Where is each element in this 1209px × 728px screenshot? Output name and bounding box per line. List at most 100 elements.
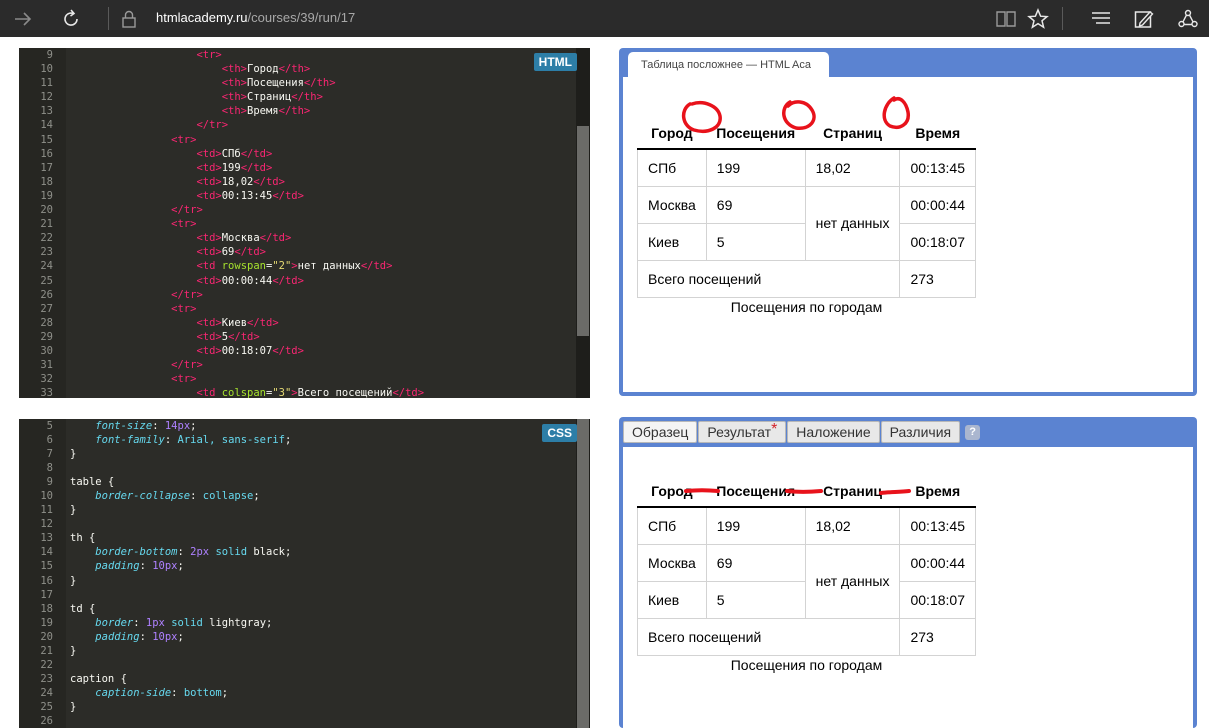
html-code-editor[interactable]: 9 <tr> 10 <th>Город</th> 11 <th>Посещения<… [19, 48, 590, 398]
code-line[interactable]: 17 <td>199</td> [19, 161, 576, 175]
forward-icon[interactable] [10, 6, 36, 32]
tab-overlay[interactable]: Наложение [787, 421, 880, 443]
code-line[interactable]: 11 <th>Посещения</th> [19, 76, 576, 90]
table-total-row: Всего посещений 273 [636, 259, 976, 298]
web-note-icon[interactable] [1131, 6, 1157, 32]
line-number: 16 [40, 574, 53, 587]
code-line[interactable]: 19 border: 1px solid lightgray; [19, 616, 576, 630]
tab-result[interactable]: Результат* [698, 421, 787, 443]
code-text: caption-side: bottom; [95, 686, 229, 699]
line-number: 30 [40, 344, 53, 357]
address-bar[interactable]: htmlacademy.ru/courses/39/run/17 [156, 10, 355, 25]
line-number: 19 [40, 189, 53, 202]
table-total-row: Всего посещений 273 [636, 617, 976, 656]
code-line[interactable]: 22 <td>Москва</td> [19, 231, 576, 245]
code-line[interactable]: 28 <td>Киев</td> [19, 316, 576, 330]
line-number: 14 [40, 119, 53, 132]
code-line[interactable]: 10 <th>Город</th> [19, 62, 576, 76]
code-line[interactable]: 29 <td>5</td> [19, 330, 576, 344]
table-cell: 00:00:44 [899, 185, 976, 224]
code-text: } [70, 504, 77, 517]
code-line[interactable]: 33 <td colspan="3">Всего посещений</td> [19, 386, 576, 398]
code-line[interactable]: 19 <td>00:13:45</td> [19, 189, 576, 203]
code-line[interactable]: 26 [19, 714, 576, 728]
code-line[interactable]: 25} [19, 700, 576, 714]
line-number: 14 [40, 546, 53, 559]
code-line[interactable]: 25 <td>00:00:44</td> [19, 274, 576, 288]
tab-result-label: Результат [707, 424, 772, 440]
code-line[interactable]: 15 padding: 10px; [19, 559, 576, 573]
code-line[interactable]: 22 [19, 658, 576, 672]
code-line[interactable]: 14 </tr> [19, 118, 576, 132]
css-code-editor[interactable]: 5 font-size: 14px; 6 font-family: Arial, … [19, 419, 590, 728]
help-button[interactable]: ? [965, 425, 981, 440]
code-line[interactable]: 30 <td>00:18:07</td> [19, 344, 576, 358]
code-line[interactable]: 16} [19, 574, 576, 588]
code-line[interactable]: 23 caption { [19, 672, 576, 686]
line-number: 12 [40, 518, 53, 531]
code-text: <td colspan="3">Всего посещений</td> [196, 387, 425, 398]
code-line[interactable]: 23 <td>69</td> [19, 245, 576, 259]
code-line[interactable]: 9 table { [19, 475, 576, 489]
tab-sample[interactable]: Образец [623, 421, 698, 443]
share-icon[interactable] [1175, 6, 1201, 32]
result-table: Посещения по городам Город Посещения Стр… [636, 117, 976, 315]
code-line[interactable]: 15 <tr> [19, 133, 576, 147]
line-number: 8 [46, 462, 53, 475]
code-line[interactable]: 20 padding: 10px; [19, 630, 576, 644]
line-number: 25 [40, 274, 53, 287]
total-value-cell: 273 [899, 259, 976, 298]
css-code-lines[interactable]: 5 font-size: 14px; 6 font-family: Arial, … [19, 419, 576, 728]
code-text: <td rowspan="2">нет данных</td> [196, 260, 393, 273]
code-line[interactable]: 32 <tr> [19, 372, 576, 386]
result-preview-panel: Таблица посложнее — HTML Aca Посещения п… [619, 48, 1197, 396]
code-line[interactable]: 24 caption-side: bottom; [19, 686, 576, 700]
code-line[interactable]: 13 th { [19, 531, 576, 545]
code-text: <th>Время</th> [221, 105, 311, 118]
code-line[interactable]: 17 [19, 588, 576, 602]
code-line[interactable]: 9 <tr> [19, 48, 576, 62]
line-number: 24 [40, 260, 53, 273]
line-number: 10 [40, 490, 53, 503]
code-line[interactable]: 11} [19, 503, 576, 517]
scroll-thumb[interactable] [577, 126, 589, 336]
tab-diff[interactable]: Различия [880, 421, 961, 443]
refresh-icon[interactable] [58, 6, 84, 32]
code-line[interactable]: 14 border-bottom: 2px solid black; [19, 545, 576, 559]
line-number: 20 [40, 630, 53, 643]
code-line[interactable]: 20 </tr> [19, 203, 576, 217]
css-editor-scrollbar[interactable] [576, 419, 590, 728]
reading-view-icon[interactable] [993, 6, 1019, 32]
html-code-lines[interactable]: 9 <tr> 10 <th>Город</th> 11 <th>Посещения<… [19, 48, 576, 398]
line-number: 33 [40, 387, 53, 398]
code-line[interactable]: 12 <th>Страниц</th> [19, 90, 576, 104]
code-line[interactable]: 10 border-collapse: collapse; [19, 489, 576, 503]
scroll-thumb[interactable] [577, 419, 589, 728]
code-line[interactable]: 7} [19, 447, 576, 461]
favorite-star-icon[interactable] [1025, 6, 1051, 32]
toolbar-separator [1062, 7, 1063, 30]
header-cell: Город [637, 475, 707, 508]
code-text: <tr> [171, 302, 197, 315]
code-line[interactable]: 13 <th>Время</th> [19, 104, 576, 118]
code-line[interactable]: 16 <td>СПб</td> [19, 147, 576, 161]
code-line[interactable]: 21} [19, 644, 576, 658]
code-line[interactable]: 6 font-family: Arial, sans-serif; [19, 433, 576, 447]
line-number: 7 [46, 448, 53, 461]
code-line[interactable]: 12 [19, 517, 576, 531]
code-line[interactable]: 18 td { [19, 602, 576, 616]
code-line[interactable]: 24 <td rowspan="2">нет данных</td> [19, 259, 576, 273]
preview-tab[interactable]: Таблица посложнее — HTML Aca [628, 52, 829, 78]
code-line[interactable]: 8 [19, 461, 576, 475]
hub-icon[interactable] [1088, 6, 1114, 32]
code-line[interactable]: 31 </tr> [19, 358, 576, 372]
html-editor-scrollbar[interactable] [576, 48, 590, 398]
code-line[interactable]: 27 <tr> [19, 302, 576, 316]
line-number: 31 [40, 359, 53, 372]
code-line[interactable]: 21 <tr> [19, 217, 576, 231]
code-line[interactable]: 18 <td>18,02</td> [19, 175, 576, 189]
code-line[interactable]: 26 </tr> [19, 288, 576, 302]
table-cell: 00:13:45 [899, 506, 976, 545]
code-line[interactable]: 5 font-size: 14px; [19, 419, 576, 433]
total-value-cell: 273 [899, 617, 976, 656]
